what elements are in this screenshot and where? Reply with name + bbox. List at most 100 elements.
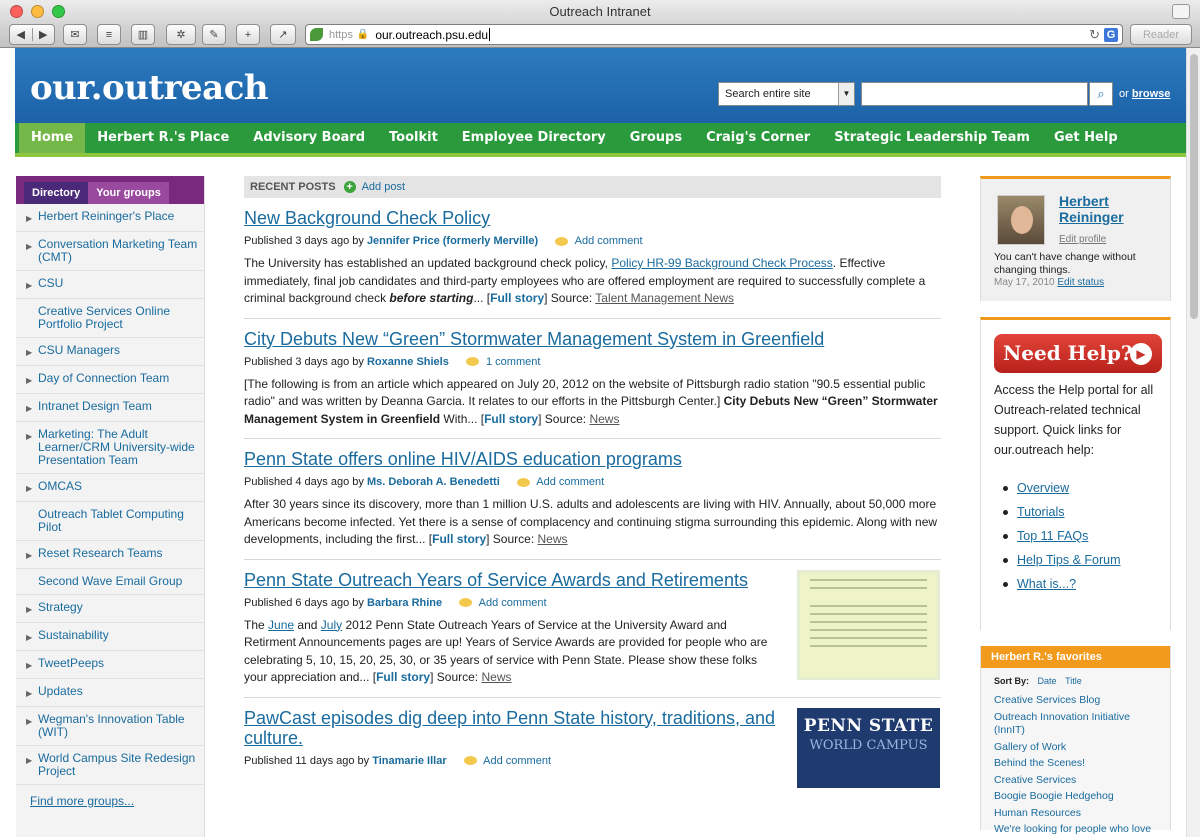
expand-arrow-icon[interactable]: ▶	[26, 400, 38, 415]
expand-arrow-icon[interactable]: ▶	[26, 372, 38, 387]
bookmarks-icon[interactable]: ▥	[131, 24, 155, 45]
nav-advisory-board[interactable]: Advisory Board	[241, 123, 377, 153]
post-title-link[interactable]: Penn State offers online HIV/AIDS educat…	[244, 449, 941, 469]
expand-arrow-icon[interactable]: ▶	[26, 752, 38, 767]
author-link[interactable]: Barbara Rhine	[367, 597, 442, 609]
reader-button[interactable]: Reader	[1130, 24, 1192, 45]
extensions-icon[interactable]: ✲	[166, 24, 196, 45]
full-story-link[interactable]: Full story	[432, 532, 486, 546]
page-scrollbar[interactable]	[1186, 48, 1200, 837]
scrollbar-thumb[interactable]	[1190, 54, 1198, 319]
group-item[interactable]: ▶ Updates	[16, 679, 204, 707]
group-item[interactable]: Outreach Tablet Computing Pilot	[16, 502, 204, 541]
add-comment-link[interactable]: Add comment	[483, 755, 551, 767]
need-help-button[interactable]: Need Help? ▶	[994, 334, 1162, 373]
zoom-window-button[interactable]	[52, 5, 65, 18]
search-scope-select[interactable]: Search entire site ▼	[718, 82, 855, 106]
add-comment-link[interactable]: Add comment	[575, 235, 643, 247]
author-link[interactable]: Jennifer Price (formerly Merville)	[367, 235, 538, 247]
group-item[interactable]: ▶ CSU	[16, 271, 204, 299]
nav-herberts-place[interactable]: Herbert R.'s Place	[85, 123, 241, 153]
group-item[interactable]: ▶ CSU Managers	[16, 338, 204, 366]
add-post-button[interactable]: + Add post	[343, 181, 405, 193]
june-link[interactable]: June	[268, 618, 294, 632]
minimize-window-button[interactable]	[31, 5, 44, 18]
group-item[interactable]: ▶ Reset Research Teams	[16, 541, 204, 569]
expand-arrow-icon[interactable]: ▶	[26, 344, 38, 359]
help-link-tutorials[interactable]: Tutorials	[1003, 500, 1121, 524]
help-link-forum[interactable]: Help Tips & Forum	[1003, 548, 1121, 572]
favorite-link[interactable]: Boogie Boogie Hedgehog	[994, 790, 1159, 804]
expand-arrow-icon[interactable]: ▶	[26, 685, 38, 700]
nav-employee-directory[interactable]: Employee Directory	[450, 123, 618, 153]
google-search-icon[interactable]: G	[1104, 28, 1118, 42]
nav-groups[interactable]: Groups	[618, 123, 694, 153]
forward-icon[interactable]: ▶	[33, 28, 55, 41]
share-icon[interactable]: ↗	[270, 24, 296, 45]
expand-arrow-icon[interactable]: ▶	[26, 277, 38, 292]
group-item[interactable]: ▶ Sustainability	[16, 623, 204, 651]
search-input[interactable]	[861, 82, 1088, 106]
expand-arrow-icon[interactable]: ▶	[26, 629, 38, 644]
awards-thumbnail-image[interactable]	[797, 569, 940, 680]
source-link[interactable]: Talent Management News	[595, 291, 734, 305]
edit-icon[interactable]: ✎	[202, 24, 226, 45]
chevron-down-icon[interactable]: ▼	[838, 83, 854, 105]
edit-profile-link[interactable]: Edit profile	[1059, 234, 1106, 245]
favorite-link[interactable]: We're looking for people who love	[994, 823, 1159, 837]
group-item[interactable]: ▶ Herbert Reininger's Place	[16, 204, 204, 232]
group-item[interactable]: ▶ Wegman's Innovation Table (WIT)	[16, 707, 204, 746]
fullscreen-button[interactable]	[1172, 4, 1190, 19]
nav-get-help[interactable]: Get Help	[1042, 123, 1130, 153]
favorite-link[interactable]: Behind the Scenes!	[994, 757, 1159, 771]
reload-icon[interactable]: ↻	[1089, 27, 1100, 43]
browse-link[interactable]: browse	[1132, 88, 1171, 100]
avatar[interactable]	[997, 195, 1045, 245]
favorite-link[interactable]: Creative Services	[994, 774, 1159, 788]
expand-arrow-icon[interactable]: ▶	[26, 547, 38, 562]
mail-icon[interactable]: ✉	[63, 24, 87, 45]
expand-arrow-icon[interactable]: ▶	[26, 210, 38, 225]
source-link[interactable]: News	[538, 532, 568, 546]
help-link-overview[interactable]: Overview	[1003, 476, 1121, 500]
comments-link[interactable]: 1 comment	[486, 356, 540, 368]
favorite-link[interactable]: Creative Services Blog	[994, 694, 1159, 708]
penn-state-world-campus-image[interactable]: PENN STATE WORLD CAMPUS	[797, 707, 940, 788]
favorite-link[interactable]: Human Resources	[994, 807, 1159, 821]
nav-strategic-leadership-team[interactable]: Strategic Leadership Team	[822, 123, 1042, 153]
nav-craigs-corner[interactable]: Craig's Corner	[694, 123, 822, 153]
expand-arrow-icon[interactable]: ▶	[26, 713, 38, 728]
source-link[interactable]: News	[589, 412, 619, 426]
post-title-link[interactable]: Penn State Outreach Years of Service Awa…	[244, 570, 781, 590]
author-link[interactable]: Ms. Deborah A. Benedetti	[367, 476, 500, 488]
expand-arrow-icon[interactable]: ▶	[26, 601, 38, 616]
group-item[interactable]: ▶ OMCAS	[16, 474, 204, 502]
profile-name-link[interactable]: Herbert Reininger	[1059, 193, 1170, 225]
full-story-link[interactable]: Full story	[376, 670, 430, 684]
address-bar[interactable]: https 🔒 our.outreach.psu.edu ↻ G	[305, 24, 1123, 45]
tab-directory[interactable]: Directory	[24, 182, 89, 204]
group-item[interactable]: ▶ World Campus Site Redesign Project	[16, 746, 204, 785]
find-more-groups-link[interactable]: Find more groups...	[16, 785, 204, 808]
author-link[interactable]: Tinamarie Illar	[372, 755, 446, 767]
expand-arrow-icon[interactable]: ▶	[26, 428, 38, 443]
favorite-link[interactable]: Gallery of Work	[994, 741, 1159, 755]
group-item[interactable]: ▶ Intranet Design Team	[16, 394, 204, 422]
group-item[interactable]: ▶ Day of Connection Team	[16, 366, 204, 394]
nav-toolkit[interactable]: Toolkit	[377, 123, 450, 153]
expand-arrow-icon[interactable]: ▶	[26, 480, 38, 495]
group-item[interactable]: ▶ Marketing: The Adult Learner/CRM Univer…	[16, 422, 204, 474]
post-title-link[interactable]: New Background Check Policy	[244, 208, 941, 228]
add-comment-link[interactable]: Add comment	[479, 597, 547, 609]
group-item[interactable]: Second Wave Email Group	[16, 569, 204, 595]
group-item[interactable]: ▶ Conversation Marketing Team (CMT)	[16, 232, 204, 271]
new-tab-icon[interactable]: +	[236, 24, 260, 45]
group-item[interactable]: ▶ Strategy	[16, 595, 204, 623]
sort-date-link[interactable]: Date	[1038, 676, 1057, 686]
help-link-what-is[interactable]: What is...?	[1003, 572, 1121, 596]
close-window-button[interactable]	[10, 5, 23, 18]
sort-title-link[interactable]: Title	[1065, 676, 1082, 686]
tab-your-groups[interactable]: Your groups	[88, 182, 169, 204]
full-story-link[interactable]: Full story	[490, 291, 544, 305]
policy-link[interactable]: Policy HR-99 Background Check Process	[611, 256, 832, 270]
